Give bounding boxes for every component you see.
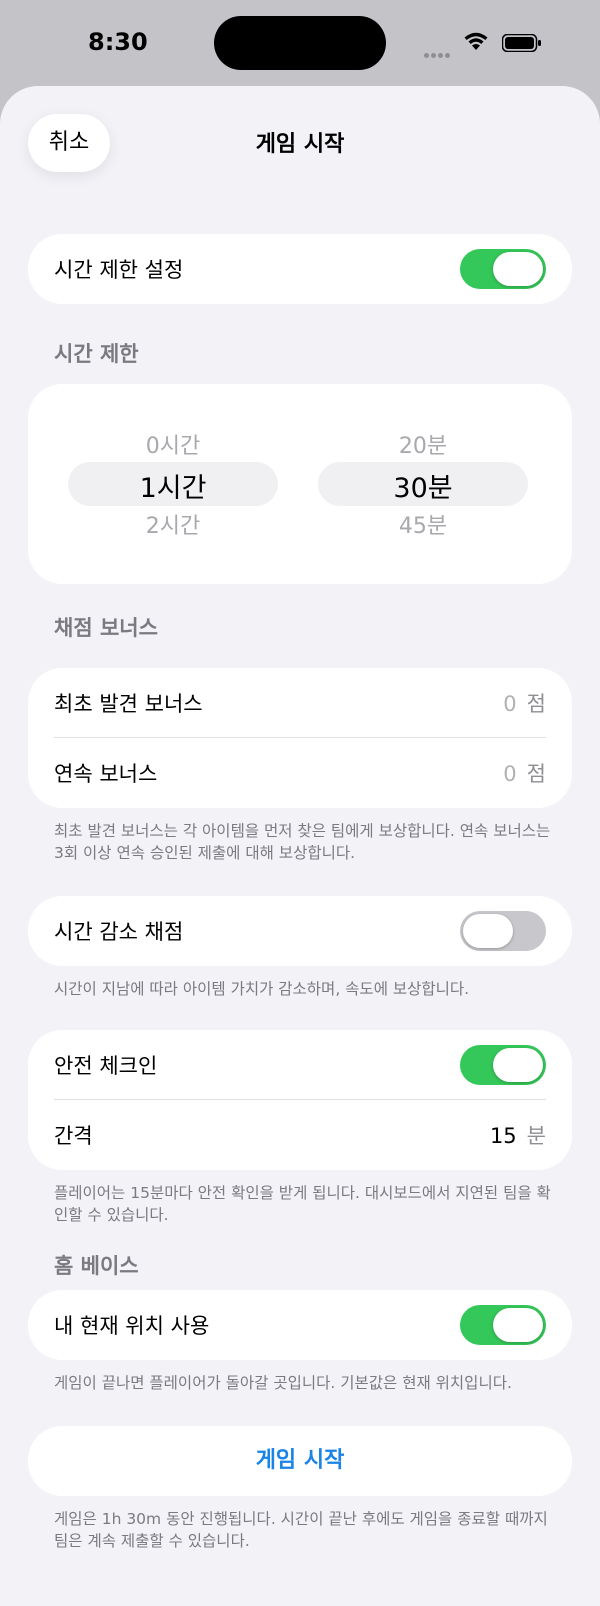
picker-hour-prev[interactable]: 0시간	[68, 428, 278, 460]
scoring-bonus-header: 채점 보너스	[54, 616, 158, 640]
signal-dots-icon	[424, 43, 452, 62]
first-find-bonus-unit: 점	[526, 692, 546, 716]
toggle-knob	[493, 252, 543, 286]
interval-row[interactable]: 간격 15 분	[28, 1100, 572, 1170]
picker-minute-next[interactable]: 45분	[318, 508, 528, 540]
safety-checkin-label: 안전 체크인	[54, 1054, 158, 1078]
picker-minute-prev[interactable]: 20분	[318, 428, 528, 460]
start-game-footnote: 게임은 1h 30m 동안 진행됩니다. 시간이 끝난 후에도 게임을 종료할 …	[54, 1510, 548, 1550]
time-decay-toggle[interactable]	[460, 911, 546, 951]
safety-checkin-card: 안전 체크인 간격 15 분	[28, 1030, 572, 1170]
time-decay-card: 시간 감소 채점	[28, 896, 572, 966]
use-current-location-label: 내 현재 위치 사용	[54, 1314, 210, 1338]
dynamic-island	[214, 16, 386, 70]
home-base-footnote: 게임이 끝나면 플레이어가 돌아갈 곳입니다. 기본값은 현재 위치입니다.	[54, 1374, 512, 1392]
first-find-bonus-label: 최초 발견 보너스	[54, 692, 203, 716]
use-current-location-row: 내 현재 위치 사용	[28, 1290, 572, 1360]
wifi-icon	[464, 32, 488, 50]
status-time: 8:30	[88, 28, 148, 56]
toggle-knob	[493, 1308, 543, 1342]
interval-unit: 분	[526, 1124, 546, 1148]
status-icons	[424, 30, 544, 58]
start-game-button[interactable]: 게임 시작	[28, 1426, 572, 1496]
first-find-bonus-row[interactable]: 최초 발견 보너스 0점	[28, 668, 572, 738]
hours-picker[interactable]: 0시간 1시간 2시간	[68, 384, 278, 584]
use-current-location-toggle[interactable]	[460, 1305, 546, 1345]
interval-label: 간격	[54, 1124, 93, 1148]
time-decay-row: 시간 감소 채점	[28, 896, 572, 966]
time-limit-setting-label: 시간 제한 설정	[54, 258, 184, 282]
status-bar: 8:30	[0, 0, 600, 86]
toggle-knob	[463, 914, 513, 948]
safety-checkin-row: 안전 체크인	[28, 1030, 572, 1100]
picker-minute-selected[interactable]: 30분	[318, 466, 528, 505]
first-find-bonus-value[interactable]: 0점	[503, 688, 546, 718]
home-base-header: 홈 베이스	[54, 1254, 139, 1278]
streak-bonus-label: 연속 보너스	[54, 762, 158, 786]
toggle-knob	[493, 1048, 543, 1082]
interval-number: 15	[489, 1124, 517, 1148]
battery-icon	[502, 34, 541, 52]
safety-checkin-footnote: 플레이어는 15분마다 안전 확인을 받게 됩니다. 대시보드에서 지연된 팀을…	[54, 1184, 551, 1224]
picker-hour-next[interactable]: 2시간	[68, 508, 278, 540]
streak-bonus-value[interactable]: 0점	[503, 758, 546, 788]
time-limit-setting-row: 시간 제한 설정	[28, 234, 572, 304]
streak-bonus-number: 0	[503, 762, 517, 786]
sheet-title: 게임 시작	[255, 132, 345, 157]
streak-bonus-unit: 점	[526, 762, 546, 786]
time-picker-card: 0시간 1시간 2시간 20분 30분 45분	[28, 384, 572, 584]
minutes-picker[interactable]: 20분 30분 45분	[318, 384, 528, 584]
scoring-bonus-card: 최초 발견 보너스 0점 연속 보너스 0점	[28, 668, 572, 808]
time-limit-toggle[interactable]	[460, 249, 546, 289]
time-limit-setting-card: 시간 제한 설정	[28, 234, 572, 304]
safety-checkin-toggle[interactable]	[460, 1045, 546, 1085]
start-game-sheet: 취소 게임 시작 시간 제한 설정 시간 제한 0시간 1시간 2시간 20분 …	[0, 86, 600, 1606]
interval-value[interactable]: 15 분	[490, 1120, 546, 1150]
time-decay-footnote: 시간이 지남에 따라 아이템 가치가 감소하며, 속도에 보상합니다.	[54, 980, 470, 998]
home-base-card: 내 현재 위치 사용	[28, 1290, 572, 1360]
start-game-card: 게임 시작	[28, 1426, 572, 1496]
time-decay-label: 시간 감소 채점	[54, 920, 184, 944]
scoring-bonus-footnote: 최초 발견 보너스는 각 아이템을 먼저 찾은 팀에게 보상합니다. 연속 보너…	[54, 822, 551, 862]
picker-hour-selected[interactable]: 1시간	[68, 466, 278, 505]
streak-bonus-row[interactable]: 연속 보너스 0점	[28, 738, 572, 808]
first-find-bonus-number: 0	[503, 692, 517, 716]
time-limit-header: 시간 제한	[54, 342, 139, 366]
